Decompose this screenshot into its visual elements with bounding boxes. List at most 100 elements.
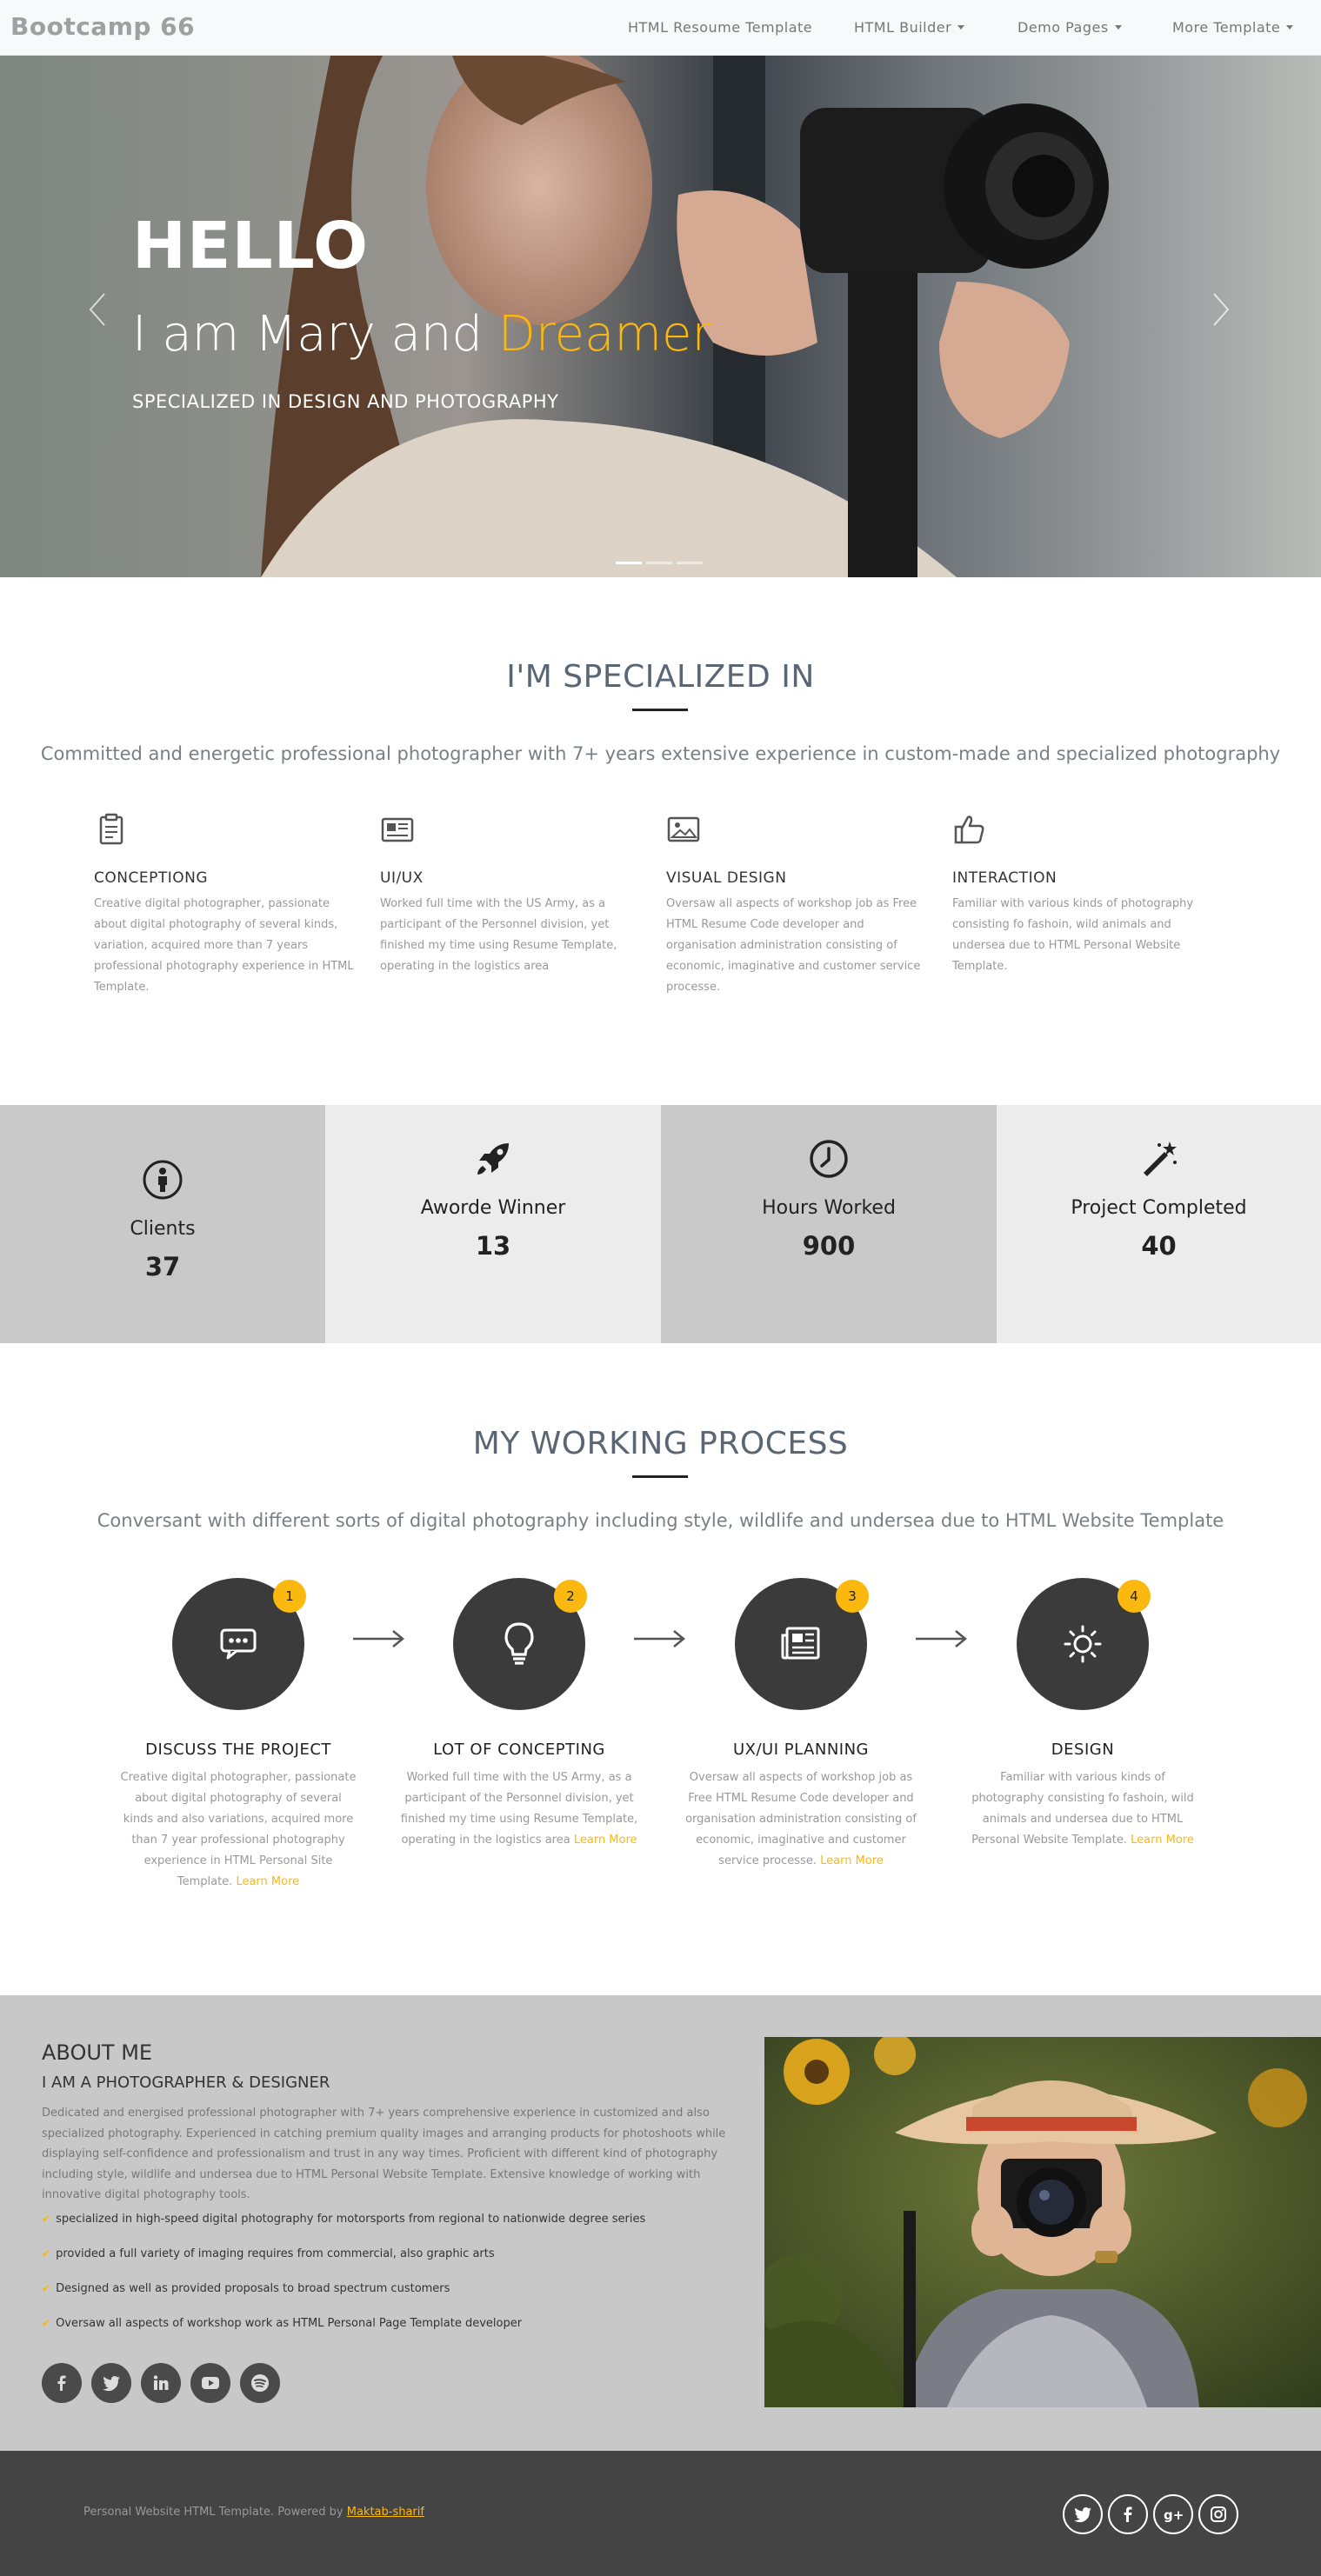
step-circle: 2 [453,1578,587,1710]
caret-down-icon [957,25,965,30]
newspaper-icon [781,1627,820,1660]
step-title: DISCUSS THE PROJECT [145,1741,331,1759]
bullet-text: Oversaw all aspects of workshop work as … [56,2317,523,2330]
check-icon: ✔ [42,2213,51,2225]
spec-item-visual-design: VISUAL DESIGN Oversaw all aspects of wor… [666,812,936,998]
arrow-right-icon [916,1630,967,1647]
nav-label: HTML Resoume Template [628,19,813,36]
chevron-right-icon [1213,293,1230,326]
process-step-discuss: 1 DISCUSS THE PROJECT Creative digital p… [112,1578,364,1893]
process-step-concepting: 2 LOT OF CONCEPTING Worked full time wit… [393,1578,645,1851]
step-text: Oversaw all aspects of workshop job as F… [675,1767,927,1872]
list-item: ✔ Oversaw all aspects of workshop work as… [42,2306,737,2340]
google-plus-icon: g+ [1164,2507,1184,2522]
about-bullet-list: ✔ specialized in high-speed digital photo… [42,2201,737,2340]
step-title: LOT OF CONCEPTING [433,1741,605,1759]
about-social-links [42,2363,285,2406]
thumbs-up-icon [954,815,984,844]
check-icon: ✔ [42,2317,51,2329]
footer-copy-text: Personal Website HTML Template. Powered … [83,2506,344,2519]
youtube-link[interactable] [190,2363,231,2403]
hero-carousel: HELLO I am Mary and Dreamer SPECIALIZED … [0,56,1321,577]
facebook-icon [1124,2506,1132,2522]
spec-title: VISUAL DESIGN [666,869,787,887]
facebook-link[interactable] [42,2363,82,2403]
carousel-indicator[interactable] [616,562,642,564]
footer-powered-link[interactable]: Maktab-sharif [347,2506,424,2519]
learn-more-link[interactable]: Learn More [820,1854,884,1867]
lightbulb-icon [504,1622,534,1665]
nav-item-more-template[interactable]: More Template [1172,19,1294,36]
chevron-left-icon [89,293,105,326]
clock-icon [810,1140,848,1178]
hero-hello: HELLO [132,209,370,283]
title-underline [632,709,688,711]
footer-copyright: Personal Website HTML Template. Powered … [83,2506,424,2519]
nav-label: More Template [1172,19,1281,36]
carousel-indicators [616,551,707,568]
list-item: ✔ Designed as well as provided proposals … [42,2271,737,2306]
hero-headline-accent: Dreamer [497,306,712,363]
learn-more-link[interactable]: Learn More [1131,1834,1194,1847]
linkedin-icon [153,2375,169,2390]
footer-twitter-link[interactable] [1063,2494,1103,2534]
stat-award-winner: Aworde Winner 13 [325,1105,661,1343]
carousel-indicator[interactable] [677,562,703,564]
stat-label: Project Completed [1071,1197,1247,1219]
arrow-right-icon [634,1630,685,1647]
brand-logo[interactable]: Bootcamp 66 [10,12,195,41]
twitter-icon [103,2376,121,2392]
step-circle: 4 [1017,1578,1151,1710]
spec-title: INTERACTION [952,869,1057,887]
learn-more-link[interactable]: Learn More [236,1875,299,1888]
chat-bubble-icon [220,1628,257,1660]
spotify-link[interactable] [240,2363,281,2403]
carousel-indicator[interactable] [646,562,672,564]
step-text: Worked full time with the US Army, as a … [393,1767,645,1851]
footer-google-plus-link[interactable]: g+ [1153,2494,1193,2534]
about-subtitle: I AM A PHOTOGRAPHER & DESIGNER [42,2073,330,2092]
specialized-title: I'M SPECIALIZED IN [506,659,815,695]
arrow-right-icon [353,1630,404,1647]
step-text: Familiar with various kinds of photograp… [957,1767,1209,1851]
rocket-icon [477,1143,509,1175]
spec-text: Creative digital photographer, passionat… [94,897,354,994]
nav-item-html-builder[interactable]: HTML Builder [854,19,965,36]
nav-item-demo-pages[interactable]: Demo Pages [1017,19,1122,36]
spec-item-uiux: UI/UX Worked full time with the US Army,… [380,812,650,977]
linkedin-link[interactable] [141,2363,182,2403]
spotify-icon [251,2374,270,2392]
twitter-link[interactable] [91,2363,132,2403]
hero-headline: I am Mary and Dreamer [132,306,711,363]
step-circle: 1 [172,1578,306,1710]
hero-headline-prefix: I am Mary and [132,306,483,363]
stat-hours-worked: Hours Worked 900 [661,1105,997,1343]
step-title: UX/UI PLANNING [732,1741,870,1759]
footer: Personal Website HTML Template. Powered … [0,2451,1321,2576]
instagram-icon [1211,2506,1226,2522]
bullet-text: provided a full variety of imaging requi… [56,2247,495,2260]
bullet-text: specialized in high-speed digital photog… [56,2213,646,2226]
hero-subtitle: SPECIALIZED IN DESIGN AND PHOTOGRAPHY [132,391,559,412]
footer-facebook-link[interactable] [1108,2494,1148,2534]
navbar: Bootcamp 66 HTML Resoume Template HTML B… [0,0,1321,56]
nav-item-html-resume-template[interactable]: HTML Resoume Template [628,19,812,36]
image-icon [667,816,700,842]
process-title: MY WORKING PROCESS [472,1426,849,1461]
footer-instagram-link[interactable] [1198,2494,1238,2534]
stat-value: 40 [1141,1231,1177,1261]
specialized-lead: Committed and energetic professional pho… [40,743,1281,764]
stat-clients: Clients 37 [0,1105,325,1343]
clipboard-icon [99,813,123,845]
nav-label: Demo Pages [1017,19,1109,36]
step-description: Oversaw all aspects of workshop job as F… [685,1771,917,1867]
carousel-prev-button[interactable] [87,290,108,338]
title-underline [632,1475,688,1478]
carousel-next-button[interactable] [1211,290,1231,338]
newspaper-icon [381,817,414,842]
learn-more-link[interactable]: Learn More [574,1834,637,1847]
stat-project-completed: Project Completed 40 [997,1105,1321,1343]
stat-value: 13 [475,1231,511,1261]
check-icon: ✔ [42,2247,51,2260]
spec-text: Familiar with various kinds of photograp… [952,897,1194,973]
